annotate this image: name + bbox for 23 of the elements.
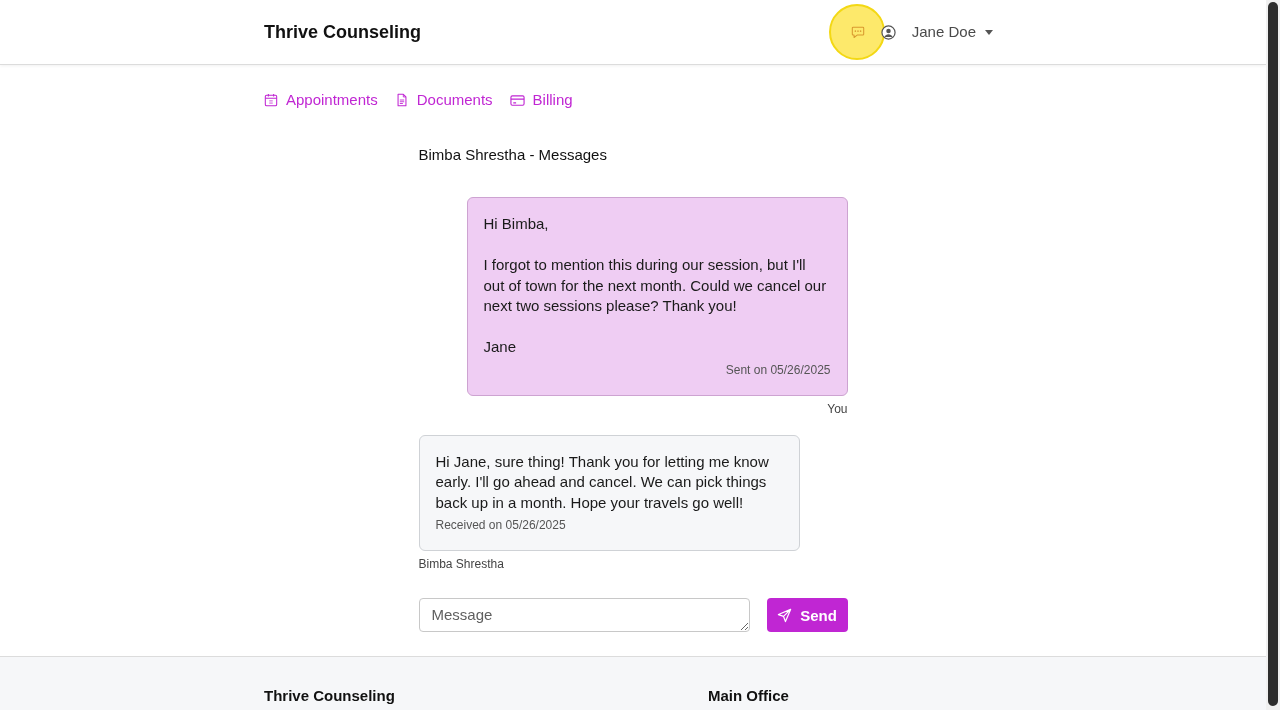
thread-title: Bimba Shrestha - Messages xyxy=(418,145,608,165)
message-field[interactable]: Message xyxy=(418,598,750,632)
credit-card-icon xyxy=(509,92,525,108)
brand-name[interactable]: Thrive Counseling xyxy=(264,21,422,43)
send-button[interactable]: Send xyxy=(766,598,848,632)
message-author: You xyxy=(827,400,848,417)
scrollbar[interactable] xyxy=(1266,0,1280,710)
footer-heading: Thrive Counseling xyxy=(264,687,395,705)
footer-heading: Main Office xyxy=(708,687,789,705)
message-text: Hi Bimba, I forgot to mention this during our session, but I'll out of town for the next month. Could we cancel our next two sessions please? Thank you! Jane xyxy=(483,214,828,357)
message-text: Hi Jane, sure thing! Thank you for letting me know early. I'll go ahead and cancel. We can pick things back up in a month. Hope your travels go well! xyxy=(435,451,770,513)
send-icon xyxy=(777,607,793,623)
message-timestamp: Received on 05/26/2025 xyxy=(435,517,566,533)
document-icon xyxy=(394,93,409,107)
nav-link[interactable]: Documents xyxy=(394,90,493,110)
user-menu[interactable]: Jane Doe xyxy=(911,22,993,42)
user-icon[interactable] xyxy=(880,24,896,40)
calendar-icon xyxy=(264,93,278,107)
message-author: Bimba Shrestha xyxy=(418,556,504,572)
nav-link[interactable]: Billing xyxy=(509,90,573,110)
caret-icon xyxy=(985,29,993,35)
nav-link[interactable]: Appointments xyxy=(264,90,378,110)
message-timestamp: Sent on 05/26/2025 xyxy=(725,361,831,378)
